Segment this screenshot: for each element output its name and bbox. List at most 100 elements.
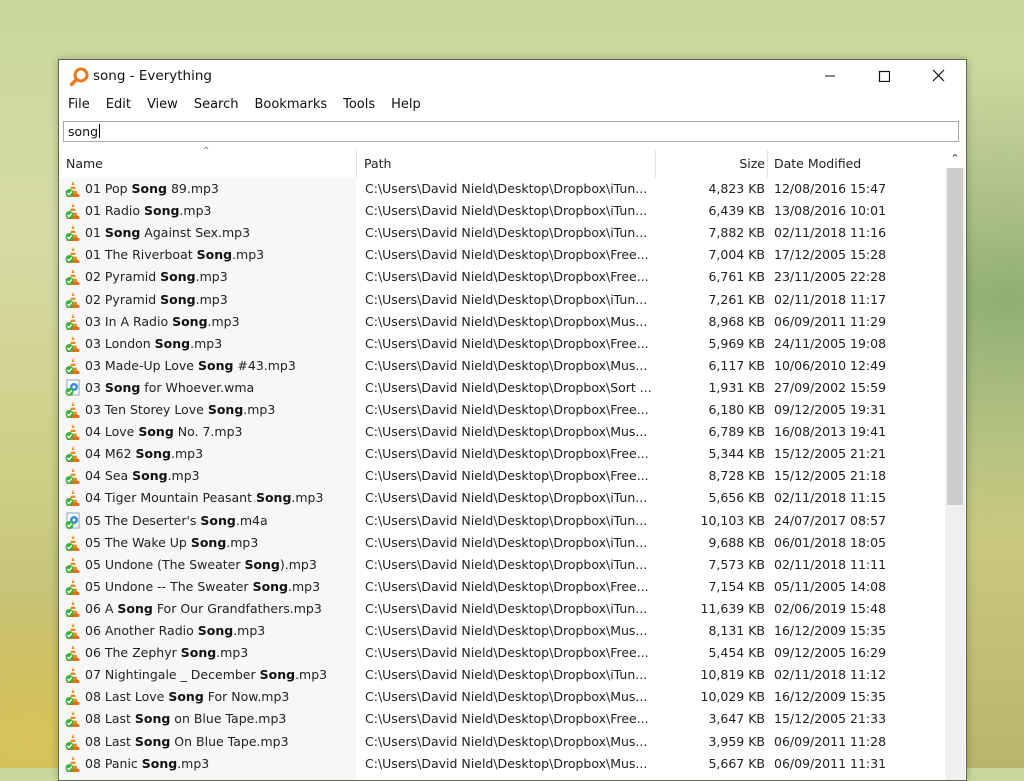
menu-edit[interactable]: Edit	[98, 94, 139, 118]
table-row[interactable]: 04 Love Song No. 7.mp3 C:\Users\David Ni…	[59, 421, 943, 443]
file-name: 01 The Riverboat Song.mp3	[85, 247, 265, 263]
file-path: C:\Users\David Nield\Desktop\Dropbox\Fre…	[365, 247, 649, 263]
maximize-icon	[878, 67, 891, 86]
table-row[interactable]: 03 Made-Up Love Song #43.mp3 C:\Users\Da…	[59, 355, 943, 377]
file-date-modified: 24/07/2017 08:57	[774, 512, 887, 528]
menu-search[interactable]: Search	[186, 94, 247, 118]
vlc-audio-icon	[64, 423, 82, 441]
menu-view[interactable]: View	[139, 94, 186, 118]
file-name: 01 Pop Song 89.mp3	[85, 181, 219, 196]
file-path: C:\Users\David Nield\Desktop\Dropbox\iTu…	[365, 556, 648, 572]
file-size: 7,004 KB	[708, 247, 765, 263]
file-size: 6,761 KB	[708, 269, 765, 285]
close-button[interactable]	[915, 60, 961, 92]
title-bar[interactable]: song - Everything	[59, 60, 966, 92]
file-size: 8,131 KB	[708, 623, 765, 638]
table-row[interactable]: 03 London Song.mp3 C:\Users\David Nield\…	[59, 333, 943, 355]
vlc-audio-icon	[64, 688, 82, 706]
minimize-button[interactable]	[807, 60, 853, 92]
file-name: 01 Radio Song.mp3	[85, 203, 212, 219]
vlc-audio-icon	[64, 246, 82, 264]
table-row[interactable]: 05 The Deserter's Song.m4a C:\Users\Davi…	[59, 510, 943, 532]
vlc-audio-icon	[64, 291, 82, 309]
file-name: 07 Nightingale _ December Song.mp3	[85, 667, 328, 683]
vlc-audio-icon	[64, 733, 82, 751]
vertical-scrollbar[interactable]: ⌃	[945, 148, 965, 780]
match-highlight: Song	[131, 181, 167, 196]
file-date-modified: 12/08/2016 15:47	[774, 181, 887, 196]
table-row[interactable]: 01 Pop Song 89.mp3 C:\Users\David Nield\…	[59, 178, 943, 200]
table-row[interactable]: 01 Song Against Sex.mp3 C:\Users\David N…	[59, 222, 943, 244]
match-highlight: Song	[255, 490, 292, 506]
table-row[interactable]: 03 In A Radio Song.mp3 C:\Users\David Ni…	[59, 311, 943, 333]
table-row[interactable]: 06 A Song For Our Grandfathers.mp3 C:\Us…	[59, 598, 943, 620]
table-row[interactable]: 04 M62 Song.mp3 C:\Users\David Nield\Des…	[59, 443, 943, 465]
results-list: 01 Pop Song 89.mp3 C:\Users\David Nield\…	[59, 178, 943, 780]
chevron-up-icon: ⌃	[950, 151, 960, 165]
text-caret	[99, 124, 101, 138]
table-row[interactable]: 06 Another Radio Song.mp3 C:\Users\David…	[59, 620, 943, 642]
file-date-modified: 02/11/2018 11:17	[774, 291, 887, 307]
menu-tools[interactable]: Tools	[335, 94, 383, 118]
table-row[interactable]: 08 Last Song On Blue Tape.mp3 C:\Users\D…	[59, 731, 943, 753]
table-row[interactable]: 08 Last Song on Blue Tape.mp3 C:\Users\D…	[59, 708, 943, 730]
search-input[interactable]: song	[63, 121, 959, 142]
table-row[interactable]: 05 Undone -- The Sweater Song.mp3 C:\Use…	[59, 576, 943, 598]
file-size: 5,656 KB	[708, 490, 765, 506]
file-name: 03 Made-Up Love Song #43.mp3	[85, 357, 296, 373]
file-path: C:\Users\David Nield\Desktop\Dropbox\iTu…	[365, 490, 648, 506]
column-header-size[interactable]: Size	[656, 148, 765, 178]
file-name: 03 Ten Storey Love Song.mp3	[85, 402, 276, 417]
file-size: 3,959 KB	[708, 733, 765, 749]
file-date-modified: 02/11/2018 11:11	[774, 556, 887, 572]
maximize-button[interactable]	[861, 60, 907, 92]
file-path: C:\Users\David Nield\Desktop\Dropbox\Mus…	[365, 755, 648, 771]
menu-bookmarks[interactable]: Bookmarks	[246, 94, 335, 118]
menu-help[interactable]: Help	[383, 94, 429, 118]
file-name: 08 Panic Song.mp3	[85, 755, 210, 771]
table-row[interactable]: 01 Radio Song.mp3 C:\Users\David Nield\D…	[59, 200, 943, 222]
scroll-up-button[interactable]: ⌃	[945, 148, 965, 168]
vlc-audio-icon	[64, 666, 82, 684]
match-highlight: Song	[160, 269, 196, 285]
file-path: C:\Users\David Nield\Desktop\Dropbox\Mus…	[365, 733, 648, 749]
file-date-modified: 13/08/2016 10:01	[774, 203, 887, 219]
column-header-name[interactable]: Name ⌃	[59, 146, 356, 178]
file-name: 05 Undone -- The Sweater Song.mp3	[85, 578, 321, 594]
vlc-audio-icon	[64, 445, 82, 463]
table-row[interactable]: 05 Undone (The Sweater Song).mp3 C:\User…	[59, 554, 943, 576]
file-size: 6,439 KB	[708, 203, 765, 219]
table-row[interactable]: 02 Pyramid Song.mp3 C:\Users\David Nield…	[59, 266, 943, 288]
column-header-path[interactable]: Path	[357, 148, 655, 178]
file-size: 9,688 KB	[708, 534, 765, 550]
sort-ascending-icon: ⌃	[202, 146, 211, 157]
file-path: C:\Users\David Nield\Desktop\Dropbox\iTu…	[365, 512, 648, 528]
file-name: 08 Last Song On Blue Tape.mp3	[85, 733, 289, 749]
file-date-modified: 09/12/2005 19:31	[774, 402, 887, 417]
file-path: C:\Users\David Nield\Desktop\Dropbox\Fre…	[365, 402, 649, 417]
table-row[interactable]: 08 Last Love Song For Now.mp3 C:\Users\D…	[59, 686, 943, 708]
file-path: C:\Users\David Nield\Desktop\Dropbox\iTu…	[365, 534, 648, 550]
table-row[interactable]: 06 The Zephyr Song.mp3 C:\Users\David Ni…	[59, 642, 943, 664]
table-row[interactable]: 03 Ten Storey Love Song.mp3 C:\Users\Dav…	[59, 399, 943, 421]
table-row[interactable]: 01 The Riverboat Song.mp3 C:\Users\David…	[59, 244, 943, 266]
table-row[interactable]: 07 Nightingale _ December Song.mp3 C:\Us…	[59, 664, 943, 686]
file-path: C:\Users\David Nield\Desktop\Dropbox\Fre…	[365, 446, 649, 462]
table-row[interactable]: 08 Panic Song.mp3 C:\Users\David Nield\D…	[59, 753, 943, 775]
file-size: 6,180 KB	[708, 402, 765, 417]
table-row[interactable]: 03 Song for Whoever.wma C:\Users\David N…	[59, 377, 943, 399]
media-file-icon	[64, 512, 82, 530]
match-highlight: Song	[207, 402, 244, 417]
file-name: 05 Undone (The Sweater Song).mp3	[85, 556, 317, 572]
table-row[interactable]: 04 Tiger Mountain Peasant Song.mp3 C:\Us…	[59, 487, 943, 509]
menu-file[interactable]: File	[59, 94, 98, 118]
table-row[interactable]: 02 Pyramid Song.mp3 C:\Users\David Nield…	[59, 289, 943, 311]
file-name: 06 A Song For Our Grandfathers.mp3	[85, 600, 322, 616]
match-highlight: Song	[190, 534, 227, 550]
column-header-date[interactable]: Date Modified	[768, 148, 943, 178]
table-row[interactable]: 04 Sea Song.mp3 C:\Users\David Nield\Des…	[59, 465, 943, 487]
scrollbar-thumb[interactable]	[947, 168, 963, 505]
table-row[interactable]: 05 The Wake Up Song.mp3 C:\Users\David N…	[59, 532, 943, 554]
file-name: 06 The Zephyr Song.mp3	[85, 645, 249, 661]
match-highlight: Song	[117, 600, 153, 616]
